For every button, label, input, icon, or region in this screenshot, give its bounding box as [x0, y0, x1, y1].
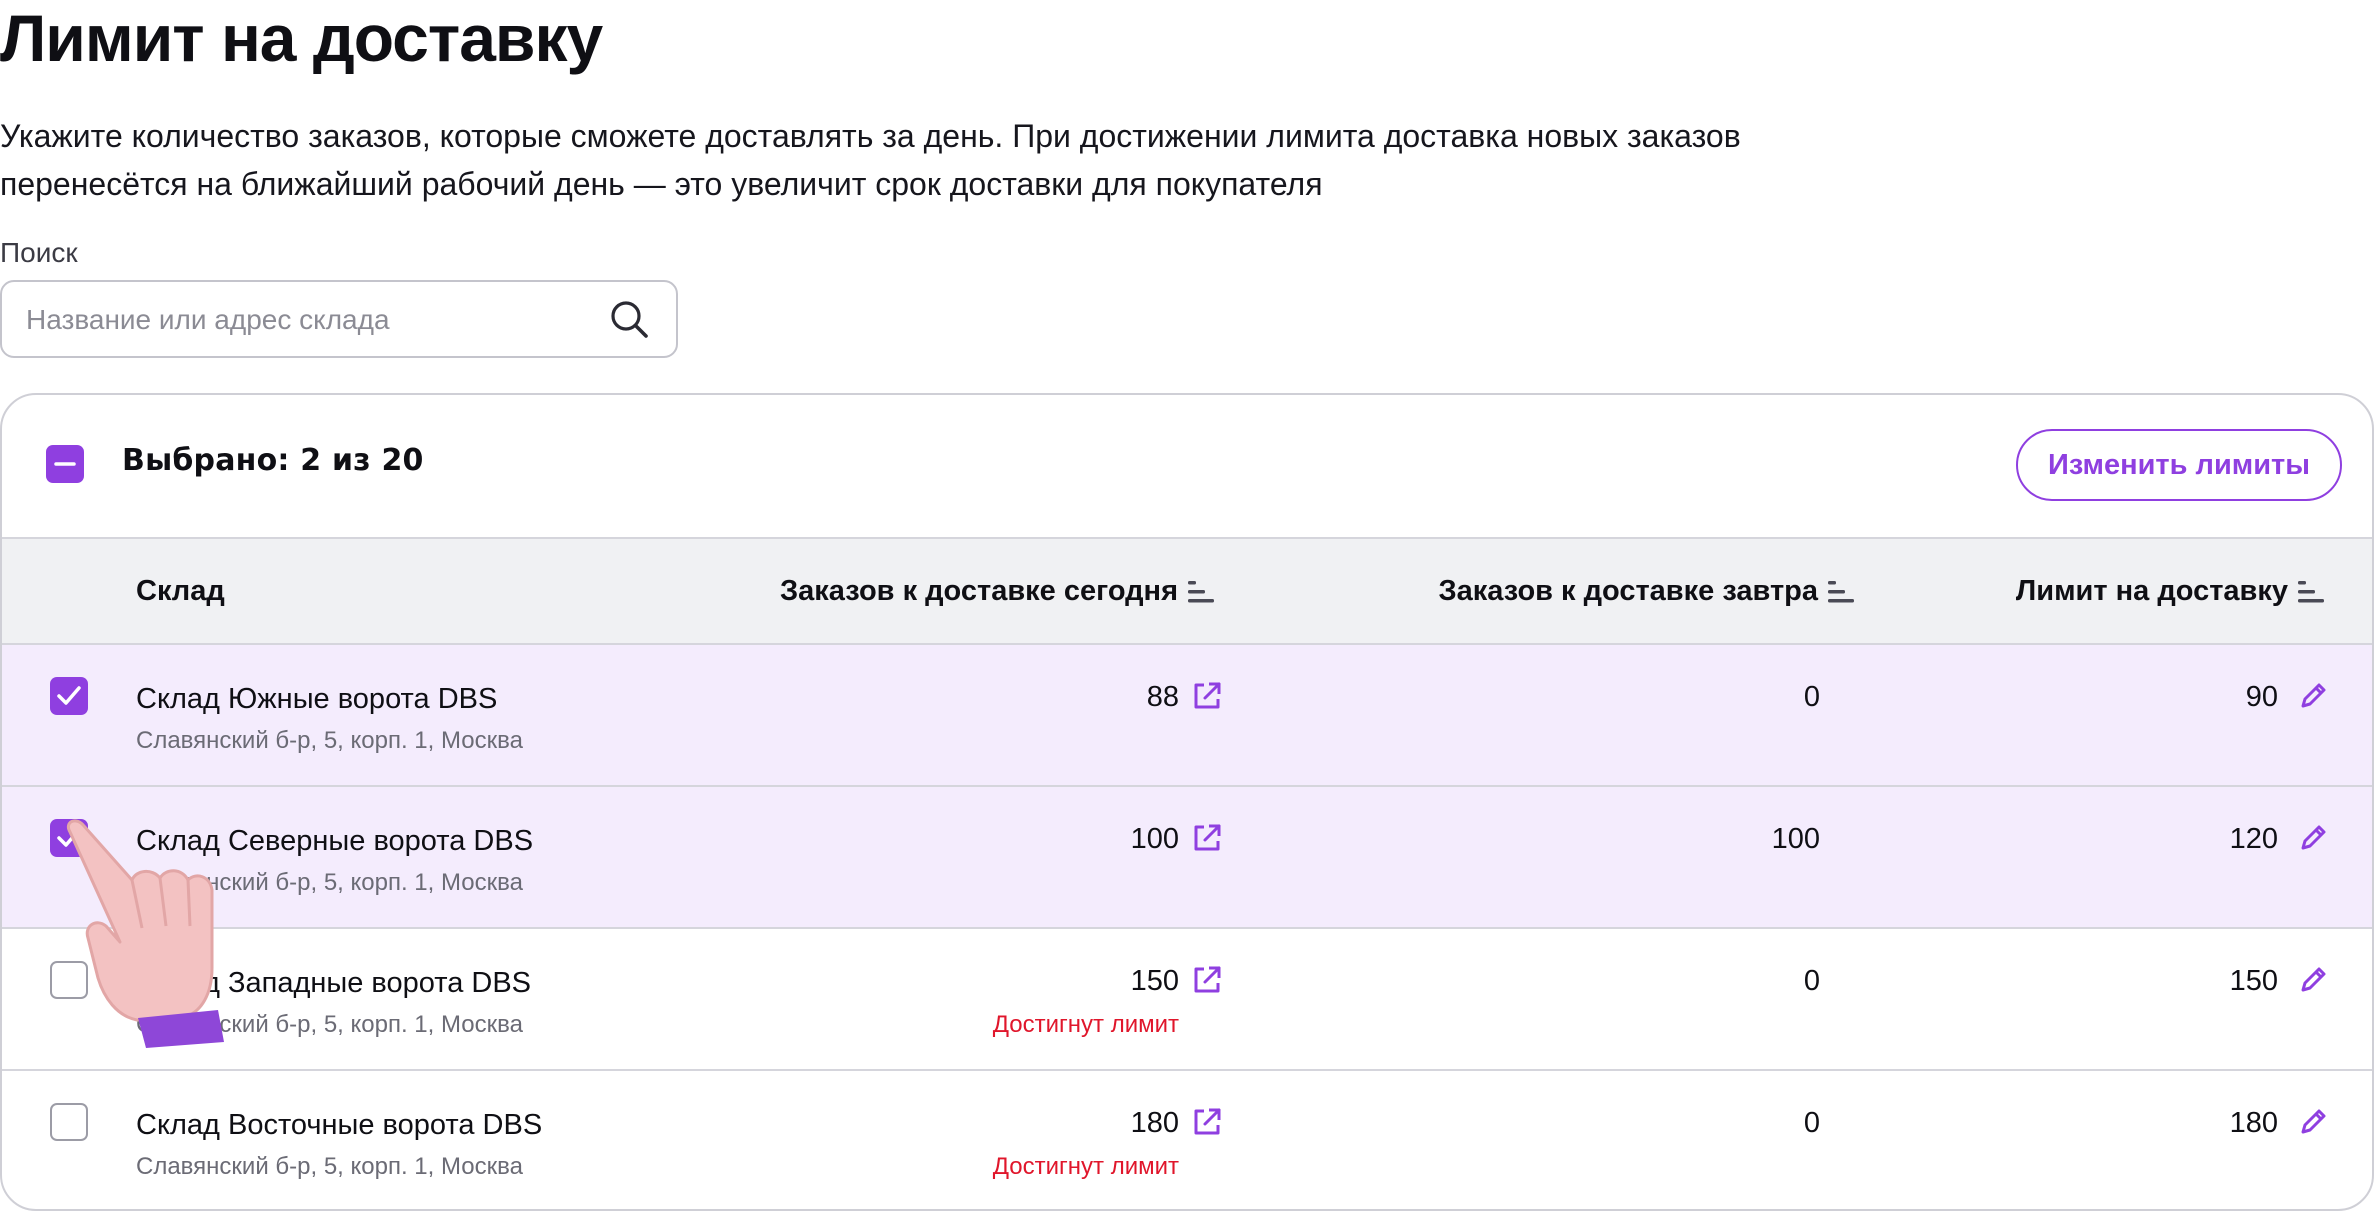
table-row[interactable]: Склад Северные ворота DBS Славянский б-р…	[2, 787, 2372, 929]
minus-icon	[54, 462, 76, 466]
column-header-warehouse: Склад	[136, 575, 225, 607]
sort-icon[interactable]	[2298, 579, 2326, 605]
pencil-icon[interactable]	[2296, 1105, 2330, 1139]
sort-icon[interactable]	[1828, 579, 1856, 605]
search-label: Поиск	[0, 237, 78, 268]
row-checkbox[interactable]	[50, 819, 88, 857]
limit-reached-warning: Достигнут лимит	[992, 1011, 1179, 1038]
check-icon	[57, 686, 81, 705]
column-header-today-label: Заказов к доставке сегодня	[779, 575, 1178, 607]
orders-today-value: 100	[1130, 823, 1179, 855]
row-checkbox[interactable]	[50, 1103, 88, 1141]
column-header-limit-label: Лимит на доставку	[2015, 575, 2288, 607]
delivery-limit-value: 120	[2229, 823, 2278, 855]
table-header: Склад Заказов к доставке сегодня Заказов…	[2, 537, 2372, 645]
search-input[interactable]	[24, 282, 588, 358]
column-header-limit[interactable]: Лимит на доставку	[2016, 539, 2326, 643]
column-header-tomorrow-label: Заказов к доставке завтра	[1438, 575, 1818, 607]
orders-tomorrow-value: 0	[1803, 1107, 1820, 1139]
row-checkbox[interactable]	[50, 677, 88, 715]
warehouse-address: Славянский б-р, 5, корп. 1, Москва	[136, 1011, 523, 1038]
external-link-icon[interactable]	[1190, 821, 1224, 855]
page-title: Лимит на доставку	[0, 1, 603, 75]
change-limits-button[interactable]: Изменить лимиты	[2016, 429, 2342, 501]
orders-tomorrow-value: 0	[1803, 681, 1820, 713]
column-header-tomorrow[interactable]: Заказов к доставке завтра	[1438, 539, 1856, 643]
sort-icon[interactable]	[1188, 579, 1216, 605]
limit-reached-warning: Достигнут лимит	[992, 1153, 1179, 1180]
search-field[interactable]	[0, 280, 678, 358]
warehouse-name: Склад Южные ворота DBS	[136, 683, 498, 715]
warehouse-address: Славянский б-р, 5, корп. 1, Москва	[136, 727, 523, 754]
pencil-icon[interactable]	[2296, 963, 2330, 997]
orders-today-value: 180	[1130, 1107, 1179, 1139]
pencil-icon[interactable]	[2296, 679, 2330, 713]
delivery-limit-value: 180	[2229, 1107, 2278, 1139]
warehouse-address: Славянский б-р, 5, корп. 1, Москва	[136, 1153, 523, 1180]
orders-tomorrow-value: 0	[1803, 965, 1820, 997]
table-row[interactable]: Склад Восточные ворота DBS Славянский б-…	[2, 1071, 2372, 1209]
pencil-icon[interactable]	[2296, 821, 2330, 855]
search-icon[interactable]	[608, 298, 650, 340]
row-checkbox[interactable]	[50, 961, 88, 999]
external-link-icon[interactable]	[1190, 1105, 1224, 1139]
orders-today-value: 88	[1146, 681, 1179, 713]
warehouse-name: Склад Северные ворота DBS	[136, 825, 534, 857]
external-link-icon[interactable]	[1190, 679, 1224, 713]
warehouse-name: Склад Западные ворота DBS	[136, 967, 532, 999]
warehouses-table-card: Выбрано: 2 из 20 Изменить лимиты Склад З…	[0, 393, 2374, 1211]
orders-today-value: 150	[1130, 965, 1179, 997]
page-description: Укажите количество заказов, которые смож…	[0, 118, 1741, 202]
table-row[interactable]: Склад Южные ворота DBS Славянский б-р, 5…	[2, 645, 2372, 787]
external-link-icon[interactable]	[1190, 963, 1224, 997]
orders-tomorrow-value: 100	[1771, 823, 1820, 855]
warehouse-address: Славянский б-р, 5, корп. 1, Москва	[136, 869, 523, 896]
column-header-today[interactable]: Заказов к доставке сегодня	[780, 539, 1216, 643]
check-icon	[57, 828, 81, 847]
table-toolbar: Выбрано: 2 из 20 Изменить лимиты	[2, 395, 2372, 537]
select-all-checkbox[interactable]	[46, 445, 84, 483]
delivery-limit-value: 90	[2245, 681, 2278, 713]
table-row[interactable]: Склад Западные ворота DBS Славянский б-р…	[2, 929, 2372, 1071]
selected-count: Выбрано: 2 из 20	[122, 443, 424, 478]
warehouse-name: Склад Восточные ворота DBS	[136, 1109, 543, 1141]
delivery-limit-value: 150	[2229, 965, 2278, 997]
